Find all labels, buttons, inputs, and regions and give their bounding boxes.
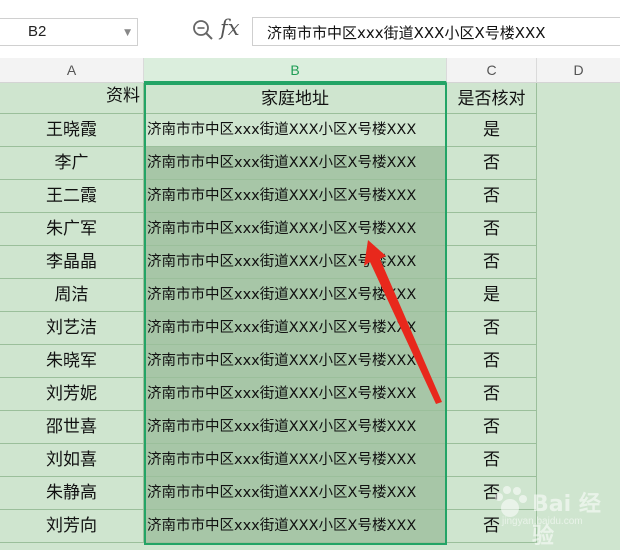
formula-bar: B2 ▼ fx 济南市市中区xxx街道XXX小区X号楼XXX	[0, 0, 620, 59]
address-cell-text: 济南市市中区xxx街道XXX小区X号楼XXX	[147, 485, 417, 501]
checked-cell[interactable]: 否	[447, 213, 537, 246]
checked-cell[interactable]: 是	[447, 114, 537, 147]
name-cell-text: 王晓霞	[46, 120, 97, 140]
name-cell[interactable]: 周洁	[0, 279, 144, 312]
address-cell-text: 济南市市中区xxx街道XXX小区X号楼XXX	[147, 518, 417, 534]
address-cell[interactable]: 济南市市中区xxx街道XXX小区X号楼XXX	[144, 114, 447, 147]
name-cell[interactable]: 李广	[0, 147, 144, 180]
name-box-value: B2	[28, 23, 47, 40]
zoom-icon[interactable]	[192, 19, 214, 41]
address-cell-text: 济南市市中区xxx街道XXX小区X号楼XXX	[147, 188, 417, 204]
name-cell-text: 朱晓军	[46, 351, 97, 371]
address-cell[interactable]: 济南市市中区xxx街道XXX小区X号楼XXX	[144, 411, 447, 444]
address-cell-text: 济南市市中区xxx街道XXX小区X号楼XXX	[147, 386, 417, 402]
formula-value: 济南市市中区xxx街道XXX小区X号楼XXX	[267, 24, 546, 42]
name-cell-text: 周洁	[54, 285, 89, 305]
checked-cell[interactable]: 否	[447, 180, 537, 213]
name-cell[interactable]: 李晶晶	[0, 246, 144, 279]
address-cell[interactable]: 济南市市中区xxx街道XXX小区X号楼XXX	[144, 279, 447, 312]
address-cell-text: 济南市市中区xxx街道XXX小区X号楼XXX	[147, 122, 417, 138]
header-c-text: 是否核对	[457, 89, 526, 109]
name-cell-text: 朱广军	[46, 219, 97, 239]
checked-cell[interactable]: 是	[447, 279, 537, 312]
address-cell[interactable]: 济南市市中区xxx街道XXX小区X号楼XXX	[144, 477, 447, 510]
checked-cell-text: 否	[483, 450, 500, 470]
checked-cell-text: 否	[483, 417, 500, 437]
checked-cell-text: 是	[483, 285, 500, 305]
name-cell[interactable]: 邵世喜	[0, 411, 144, 444]
address-cell[interactable]: 济南市市中区xxx街道XXX小区X号楼XXX	[144, 246, 447, 279]
address-cell[interactable]: 济南市市中区xxx街道XXX小区X号楼XXX	[144, 378, 447, 411]
address-cell-text: 济南市市中区xxx街道XXX小区X号楼XXX	[147, 353, 417, 369]
column-header-d[interactable]: D	[537, 58, 620, 83]
address-cell[interactable]: 济南市市中区xxx街道XXX小区X号楼XXX	[144, 312, 447, 345]
column-header-b[interactable]: B	[144, 58, 447, 83]
address-cell-text: 济南市市中区xxx街道XXX小区X号楼XXX	[147, 254, 417, 270]
name-cell-text: 朱静高	[46, 483, 97, 503]
header-cell-c[interactable]: 是否核对	[447, 83, 537, 114]
checked-cell[interactable]: 否	[447, 378, 537, 411]
header-cell-a[interactable]: 资料	[0, 83, 144, 114]
checked-cell-text: 否	[483, 153, 500, 173]
formula-input[interactable]: 济南市市中区xxx街道XXX小区X号楼XXX	[252, 17, 620, 46]
name-cell[interactable]: 刘芳妮	[0, 378, 144, 411]
watermark-url: jingyan.baidu.com	[502, 516, 583, 527]
address-cell[interactable]: 济南市市中区xxx街道XXX小区X号楼XXX	[144, 444, 447, 477]
name-cell-text: 刘芳向	[46, 516, 97, 536]
name-cell-text: 邵世喜	[46, 417, 97, 437]
name-cell[interactable]: 王晓霞	[0, 114, 144, 147]
header-cell-b[interactable]: 家庭地址	[144, 83, 447, 114]
address-cell[interactable]: 济南市市中区xxx街道XXX小区X号楼XXX	[144, 180, 447, 213]
header-b-text: 家庭地址	[261, 89, 329, 109]
checked-cell-text: 否	[483, 384, 500, 404]
name-cell[interactable]: 刘艺洁	[0, 312, 144, 345]
address-cell[interactable]: 济南市市中区xxx街道XXX小区X号楼XXX	[144, 510, 447, 543]
address-cell-text: 济南市市中区xxx街道XXX小区X号楼XXX	[147, 419, 417, 435]
address-cell[interactable]: 济南市市中区xxx街道XXX小区X号楼XXX	[144, 345, 447, 378]
checked-cell[interactable]: 否	[447, 444, 537, 477]
checked-cell[interactable]: 否	[447, 411, 537, 444]
name-cell-text: 刘芳妮	[46, 384, 97, 404]
name-box[interactable]: B2 ▼	[0, 18, 138, 46]
name-cell[interactable]: 刘如喜	[0, 444, 144, 477]
name-cell[interactable]: 朱晓军	[0, 345, 144, 378]
address-cell-text: 济南市市中区xxx街道XXX小区X号楼XXX	[147, 452, 417, 468]
name-cell[interactable]: 朱广军	[0, 213, 144, 246]
name-cell[interactable]: 王二霞	[0, 180, 144, 213]
name-cell-text: 李广	[54, 153, 89, 173]
name-cell-text: 王二霞	[46, 186, 97, 206]
checked-cell[interactable]: 否	[447, 312, 537, 345]
checked-cell-text: 否	[483, 186, 500, 206]
checked-cell[interactable]: 否	[447, 147, 537, 180]
address-cell-text: 济南市市中区xxx街道XXX小区X号楼XXX	[147, 287, 417, 303]
name-cell-text: 刘艺洁	[46, 318, 97, 338]
checked-cell-text: 否	[483, 252, 500, 272]
name-cell[interactable]: 朱静高	[0, 477, 144, 510]
column-header-a[interactable]: A	[0, 58, 144, 83]
address-cell-text: 济南市市中区xxx街道XXX小区X号楼XXX	[147, 320, 417, 336]
fx-icon[interactable]: fx	[220, 16, 240, 40]
address-cell[interactable]: 济南市市中区xxx街道XXX小区X号楼XXX	[144, 213, 447, 246]
checked-cell-text: 否	[483, 219, 500, 239]
header-a-text: 资料	[106, 86, 140, 106]
name-cell-text: 刘如喜	[46, 450, 97, 470]
address-cell-text: 济南市市中区xxx街道XXX小区X号楼XXX	[147, 221, 417, 237]
checked-cell-text: 是	[483, 120, 500, 140]
checked-cell-text: 否	[483, 318, 500, 338]
name-cell[interactable]: 刘芳向	[0, 510, 144, 543]
address-cell-text: 济南市市中区xxx街道XXX小区X号楼XXX	[147, 155, 417, 171]
watermark: Bai 经验 jingyan.baidu.com	[488, 478, 618, 549]
chevron-down-icon[interactable]: ▼	[124, 28, 131, 38]
name-cell-text: 李晶晶	[46, 252, 97, 272]
checked-cell[interactable]: 否	[447, 246, 537, 279]
checked-cell-text: 否	[483, 351, 500, 371]
address-cell[interactable]: 济南市市中区xxx街道XXX小区X号楼XXX	[144, 147, 447, 180]
column-header-c[interactable]: C	[447, 58, 537, 83]
checked-cell[interactable]: 否	[447, 345, 537, 378]
